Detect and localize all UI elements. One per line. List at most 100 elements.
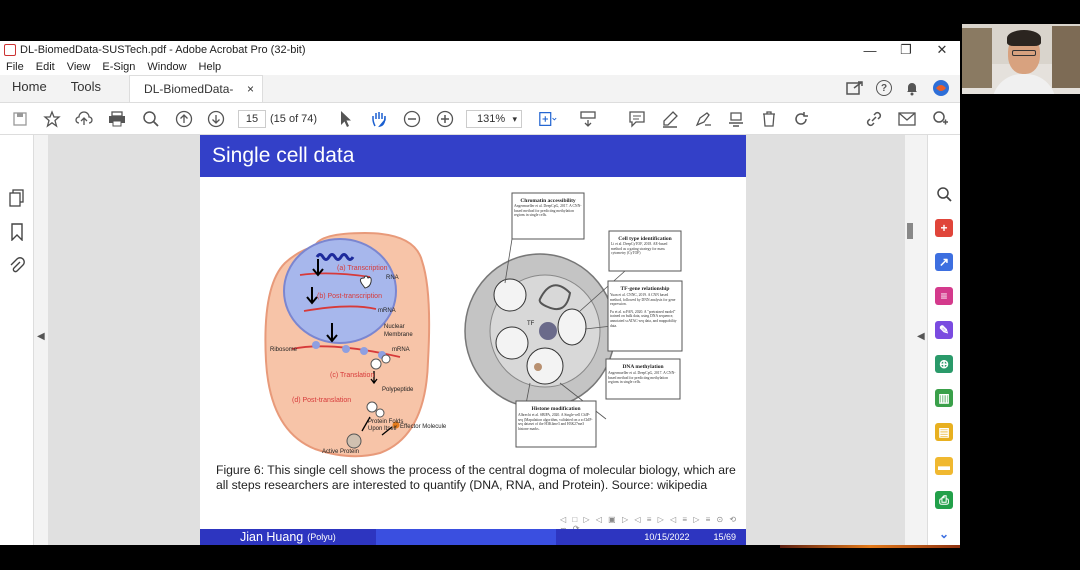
tab-close-icon[interactable]: × — [247, 76, 254, 102]
select-cursor-icon[interactable] — [336, 109, 356, 129]
label-transcription: (a) Transcription — [337, 265, 388, 272]
label-ribosome: Ribosome — [270, 347, 298, 353]
label-translation: (c) Translation — [330, 372, 374, 379]
label-post-transcription: (b) Post-transcription — [317, 293, 382, 300]
presenter-name: Jian Huang — [240, 530, 304, 544]
left-panel — [0, 135, 34, 545]
search-icon[interactable] — [141, 109, 161, 129]
bookmark-panel-icon[interactable] — [8, 223, 26, 242]
single-cell-omics-diagram: TF Chromatin accessibility Angermueller … — [464, 192, 683, 448]
delete-trash-icon[interactable] — [759, 109, 779, 129]
tf-text-1: Yuan et al. CNNC, 2019. A CNN based meth… — [610, 293, 680, 328]
combine-files-icon[interactable]: ⊕ — [935, 355, 953, 373]
previous-page-icon[interactable] — [174, 109, 194, 129]
pages-thumbnail-icon[interactable] — [8, 189, 26, 207]
search-zoom-icon[interactable] — [935, 185, 953, 203]
page-number-input[interactable]: 15 — [238, 110, 266, 128]
zoom-level-select[interactable]: 131% — [466, 110, 522, 128]
tab-tools[interactable]: Tools — [59, 74, 113, 102]
highlight-pen-icon[interactable] — [660, 109, 680, 129]
tab-bar: Home Tools DL-BiomedData-SU... × ? — [0, 74, 960, 122]
menu-window[interactable]: Window — [147, 61, 186, 73]
account-avatar-icon[interactable] — [932, 79, 950, 97]
comment-icon[interactable] — [627, 109, 647, 129]
webcam-person-body — [992, 74, 1056, 94]
user-add-icon[interactable] — [930, 109, 950, 129]
create-pdf-icon[interactable]: + — [935, 219, 953, 237]
print-production-icon[interactable]: ⎙ — [935, 491, 953, 509]
comment-tool-icon[interactable]: ▬ — [935, 457, 953, 475]
tab-document-label: DL-BiomedData-SU... — [144, 82, 234, 122]
next-page-icon[interactable] — [206, 109, 226, 129]
scrollbar-thumb[interactable] — [907, 223, 913, 239]
window-title: DL-BiomedData-SUSTech.pdf - Adobe Acroba… — [20, 44, 306, 56]
collapse-left-panel[interactable]: ◀ — [34, 135, 48, 545]
label-polypeptide: Polypeptide — [382, 387, 414, 393]
bottom-strip — [0, 545, 1080, 570]
menu-view[interactable]: View — [67, 61, 91, 73]
tf-title: TF-gene relationship — [621, 286, 670, 292]
draw-sign-icon[interactable] — [693, 109, 713, 129]
histone-text: Albrecht et al. SBIPA, 2020. A Single-ce… — [518, 413, 593, 431]
label-tf: TF — [527, 321, 535, 327]
tf-text-1-body: Yuan et al. CNNC, 2019. A CNN based meth… — [610, 293, 676, 307]
label-upon-itself: Upon Itself — [368, 426, 397, 432]
pdf-viewer[interactable]: Single cell data (a) Transcription RNA (… — [48, 135, 905, 545]
help-icon[interactable]: ? — [876, 80, 892, 96]
attachment-icon[interactable] — [8, 257, 26, 275]
send-for-review-icon[interactable]: ▤ — [935, 423, 953, 441]
compare-files-icon[interactable]: ▥ — [935, 389, 953, 407]
vertical-scrollbar[interactable] — [905, 135, 915, 545]
stamp-icon[interactable] — [726, 109, 746, 129]
save-icon[interactable] — [10, 109, 30, 129]
chromatin-text: Angermueller et al. DeepCpG, 2017. A CNN… — [514, 204, 582, 218]
label-active-protein: Active Protein — [322, 449, 359, 455]
tf-text-2: Fu et al. scFAN, 2020. A "pretrained mod… — [610, 309, 677, 328]
minimize-button[interactable]: — — [852, 43, 888, 58]
scroll-mode-icon[interactable] — [578, 109, 598, 129]
zoom-out-icon[interactable] — [402, 109, 422, 129]
maximize-button[interactable]: ❐ — [888, 42, 924, 58]
menu-bar: File Edit View E-Sign Window Help — [0, 59, 960, 75]
title-bar: DL-BiomedData-SUSTech.pdf - Adobe Acroba… — [0, 41, 960, 59]
screen: DL-BiomedData-SUSTech.pdf - Adobe Acroba… — [0, 0, 1080, 570]
menu-help[interactable]: Help — [199, 61, 222, 73]
email-icon[interactable] — [897, 109, 917, 129]
star-bookmark-icon[interactable] — [42, 109, 62, 129]
dna-title: DNA methylation — [622, 364, 663, 370]
close-window-button[interactable]: ✕ — [924, 42, 960, 58]
slide-footer: Jian Huang (Polyu) 10/15/2022 15/69 — [200, 529, 746, 545]
top-right-icons: ? — [846, 74, 960, 102]
collapse-right-panel[interactable]: ◀ — [915, 135, 927, 545]
label-rna: RNA — [386, 275, 399, 281]
zoom-in-icon[interactable] — [435, 109, 455, 129]
label-mrna-mid: mRNA — [392, 347, 410, 353]
export-pdf-icon[interactable]: ↗ — [935, 253, 953, 271]
fit-page-icon[interactable] — [538, 109, 558, 129]
expand-tools-icon[interactable]: ⌄ — [935, 525, 953, 543]
webcam-person-hair — [1007, 30, 1041, 46]
fill-sign-icon[interactable]: ✎ — [935, 321, 953, 339]
menu-edit[interactable]: Edit — [36, 61, 55, 73]
slide-page-number: 15/69 — [713, 532, 736, 542]
organize-pages-icon[interactable]: ≡ — [935, 287, 953, 305]
tab-home[interactable]: Home — [0, 74, 59, 102]
upload-cloud-icon[interactable] — [74, 109, 94, 129]
footer-middle-bar — [375, 529, 556, 545]
label-membrane: Membrane — [384, 332, 413, 338]
document-area: ◀ Single cell data (a) Transcription RNA… — [0, 135, 960, 545]
rotate-icon[interactable] — [791, 109, 811, 129]
link-icon[interactable] — [864, 109, 884, 129]
caret-left-icon: ◀ — [917, 331, 925, 342]
toolbar: 15 (15 of 74) 131% — [0, 103, 960, 135]
label-mrna-top: mRNA — [378, 308, 396, 314]
tab-document[interactable]: DL-BiomedData-SU... × — [129, 75, 264, 122]
menu-file[interactable]: File — [6, 61, 24, 73]
hand-tool-icon[interactable] — [369, 109, 389, 129]
share-screen-icon[interactable] — [846, 80, 864, 96]
webcam-bookshelf — [962, 28, 992, 88]
slide-page: Single cell data (a) Transcription RNA (… — [200, 135, 746, 545]
notification-bell-icon[interactable] — [904, 80, 920, 96]
print-icon[interactable] — [107, 109, 127, 129]
menu-esign[interactable]: E-Sign — [102, 61, 135, 73]
